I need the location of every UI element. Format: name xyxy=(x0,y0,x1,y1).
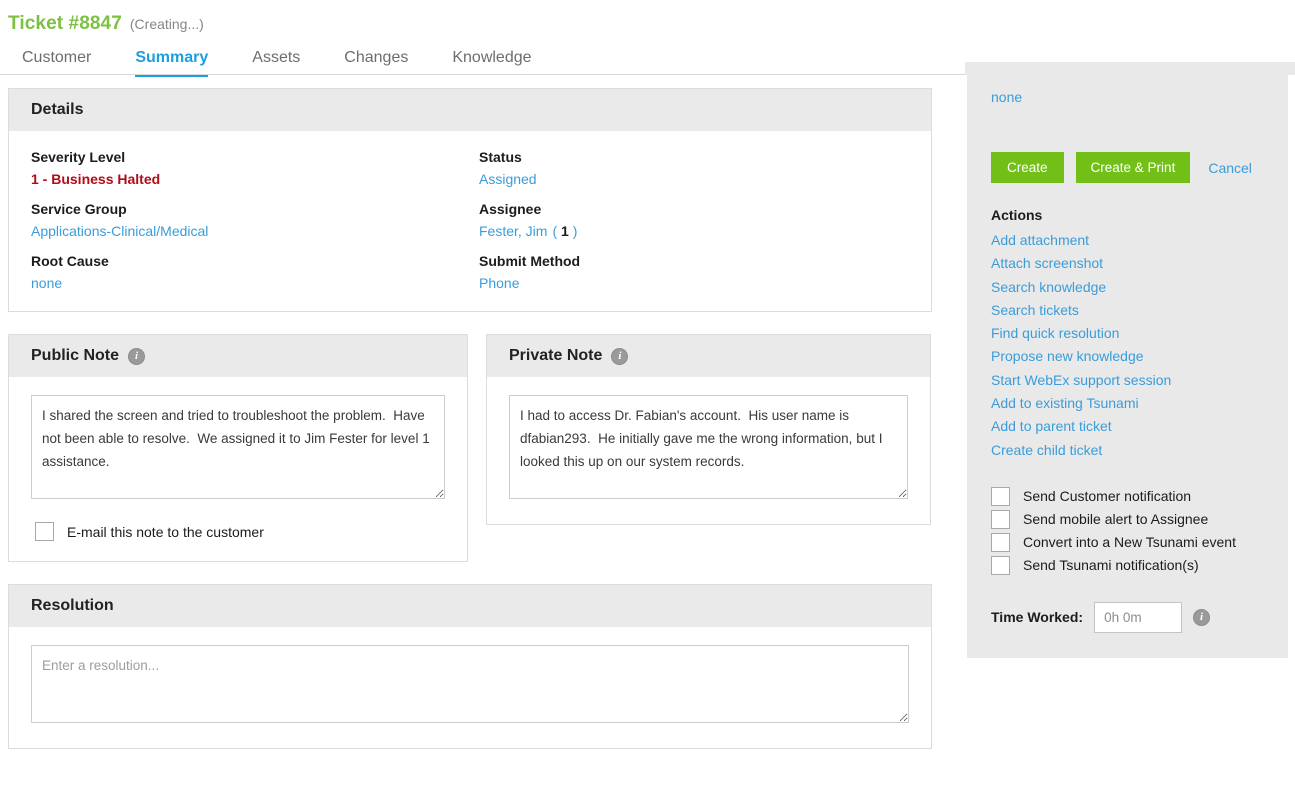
action-attach-screenshot[interactable]: Attach screenshot xyxy=(991,252,1264,275)
action-find-quick-resolution[interactable]: Find quick resolution xyxy=(991,322,1264,345)
field-label: Root Cause xyxy=(31,253,109,269)
tab-customer[interactable]: Customer xyxy=(0,45,113,77)
ticket-status-text: (Creating...) xyxy=(129,16,204,32)
field-assignee: Assignee Fester, Jim ( 1 ) xyxy=(479,201,909,239)
checkbox-row-send-mobile-alert: Send mobile alert to Assignee xyxy=(991,509,1264,529)
resolution-body xyxy=(9,627,931,748)
field-label: Severity Level xyxy=(31,149,126,165)
field-value-status[interactable]: Assigned xyxy=(479,171,909,187)
action-add-to-existing-tsunami[interactable]: Add to existing Tsunami xyxy=(991,392,1264,415)
field-value-service-group[interactable]: Applications-Clinical/Medical xyxy=(31,223,479,239)
details-heading: Details xyxy=(9,89,931,131)
checkbox-row-send-customer-notification: Send Customer notification xyxy=(991,486,1264,506)
field-status: Status Assigned xyxy=(479,149,909,187)
checkbox-label: Send mobile alert to Assignee xyxy=(1023,511,1209,528)
checkbox-label: Convert into a New Tsunami event xyxy=(1023,534,1236,551)
public-note-card: Public Note i E-mail this note to the cu… xyxy=(8,334,468,562)
details-grid: Severity Level 1 - Business Halted Statu… xyxy=(31,149,909,291)
field-value-assignee-wrap: Fester, Jim ( 1 ) xyxy=(479,223,909,239)
tab-changes[interactable]: Changes xyxy=(322,45,430,77)
field-root-cause: Root Cause none xyxy=(31,253,479,291)
checkbox-row-convert-tsunami-event: Convert into a New Tsunami event xyxy=(991,532,1264,552)
notes-row: Public Note i E-mail this note to the cu… xyxy=(8,334,932,584)
action-propose-new-knowledge[interactable]: Propose new knowledge xyxy=(991,345,1264,368)
action-add-to-parent-ticket[interactable]: Add to parent ticket xyxy=(991,415,1264,438)
email-note-label: E-mail this note to the customer xyxy=(67,523,264,540)
details-body: Severity Level 1 - Business Halted Statu… xyxy=(9,131,931,311)
field-submit-method: Submit Method Phone xyxy=(479,253,909,291)
page-title: Ticket #8847 (Creating...) xyxy=(8,13,204,35)
field-value-severity: 1 - Business Halted xyxy=(31,171,161,187)
assignee-count-number: 1 xyxy=(561,223,569,239)
checkbox-send-tsunami-notifications[interactable] xyxy=(991,555,1010,575)
details-heading-label: Details xyxy=(31,101,84,118)
resolution-heading: Resolution xyxy=(9,585,931,627)
field-label: Service Group xyxy=(31,201,127,217)
checkbox-convert-tsunami-event[interactable] xyxy=(991,532,1010,552)
public-note-body: E-mail this note to the customer xyxy=(9,377,467,561)
tab-bar: Customer Summary Assets Changes Knowledg… xyxy=(0,45,554,77)
private-note-heading: Private Note i xyxy=(487,335,930,377)
ticket-page: Ticket #8847 (Creating...) Customer Summ… xyxy=(0,0,1295,787)
info-icon[interactable]: i xyxy=(611,347,629,365)
field-service-group: Service Group Applications-Clinical/Medi… xyxy=(31,201,479,239)
checkbox-label: Send Tsunami notification(s) xyxy=(1023,557,1199,574)
info-icon[interactable]: i xyxy=(128,347,146,365)
time-worked-input[interactable] xyxy=(1094,601,1183,633)
action-add-attachment[interactable]: Add attachment xyxy=(991,229,1264,252)
action-start-webex-support-session[interactable]: Start WebEx support session xyxy=(991,369,1264,392)
checkbox-send-mobile-alert[interactable] xyxy=(991,509,1010,529)
action-search-knowledge[interactable]: Search knowledge xyxy=(991,276,1264,299)
checkbox-row-send-tsunami-notifications: Send Tsunami notification(s) xyxy=(991,555,1264,575)
private-note-textarea[interactable] xyxy=(509,395,908,499)
field-value-submit-method[interactable]: Phone xyxy=(479,275,909,291)
resolution-card: Resolution xyxy=(8,584,932,749)
checkbox-send-customer-notification[interactable] xyxy=(991,486,1010,506)
action-button-row: Create Create & Print Cancel xyxy=(991,152,1264,183)
private-note-body xyxy=(487,377,930,524)
sidebar-top-band xyxy=(965,62,1295,75)
sidebar-checkbox-list: Send Customer notification Send mobile a… xyxy=(991,486,1264,575)
actions-title: Actions xyxy=(991,207,1043,223)
field-label: Status xyxy=(479,149,522,165)
cancel-link[interactable]: Cancel xyxy=(1208,160,1252,176)
time-worked-label: Time Worked: xyxy=(991,609,1084,626)
field-value-assignee[interactable]: Fester, Jim xyxy=(479,223,547,239)
info-icon[interactable]: i xyxy=(1193,608,1211,626)
field-value-root-cause[interactable]: none xyxy=(31,275,479,291)
checkbox-label: Send Customer notification xyxy=(1023,488,1192,505)
field-label: Assignee xyxy=(479,201,542,217)
main-content: Details Severity Level 1 - Business Halt… xyxy=(8,88,932,771)
actions-list: Add attachment Attach screenshot Search … xyxy=(991,229,1264,462)
field-label: Submit Method xyxy=(479,253,581,269)
action-search-tickets[interactable]: Search tickets xyxy=(991,299,1264,322)
tab-assets[interactable]: Assets xyxy=(230,45,322,77)
resolution-textarea[interactable] xyxy=(31,645,909,723)
time-worked-row: Time Worked: i xyxy=(991,601,1264,633)
action-create-child-ticket[interactable]: Create child ticket xyxy=(991,439,1264,462)
resolution-heading-label: Resolution xyxy=(31,597,114,614)
tab-summary[interactable]: Summary xyxy=(113,45,230,77)
details-card: Details Severity Level 1 - Business Halt… xyxy=(8,88,932,312)
private-note-heading-label: Private Note xyxy=(509,347,603,364)
create-and-print-button[interactable]: Create & Print xyxy=(1075,152,1191,183)
ticket-number: Ticket #8847 xyxy=(8,13,122,34)
sidebar-none-link[interactable]: none xyxy=(991,89,1264,105)
public-note-heading-label: Public Note xyxy=(31,347,120,364)
assignee-count[interactable]: ( 1 ) xyxy=(552,223,577,239)
create-button[interactable]: Create xyxy=(991,152,1064,183)
public-note-textarea[interactable] xyxy=(31,395,445,499)
sidebar-panel: none Create Create & Print Cancel Action… xyxy=(967,75,1288,658)
tab-knowledge[interactable]: Knowledge xyxy=(430,45,553,77)
field-severity-level: Severity Level 1 - Business Halted xyxy=(31,149,479,187)
public-note-heading: Public Note i xyxy=(9,335,467,377)
email-note-checkbox-row: E-mail this note to the customer xyxy=(31,522,445,541)
email-note-checkbox[interactable] xyxy=(35,522,54,541)
private-note-card: Private Note i xyxy=(486,334,931,525)
